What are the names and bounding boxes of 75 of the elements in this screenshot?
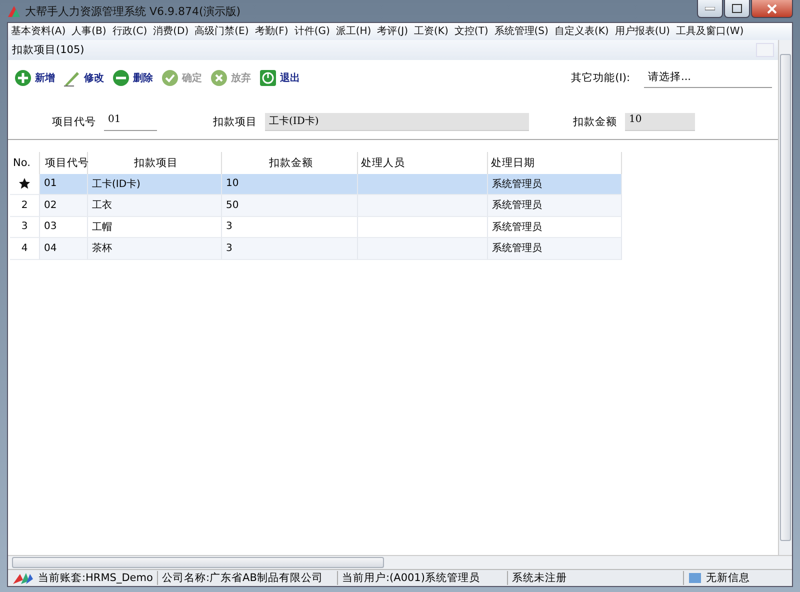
menu-item[interactable]: 计件(G) bbox=[291, 23, 333, 40]
menu-item[interactable]: 工具及窗口(W) bbox=[672, 23, 747, 40]
message-icon bbox=[688, 572, 702, 584]
table-cell: 3 bbox=[222, 238, 358, 260]
input-field[interactable]: 01 bbox=[104, 112, 157, 130]
table-cell: 02 bbox=[40, 195, 88, 216]
menu-item[interactable]: 考勤(F) bbox=[252, 23, 292, 40]
power-icon bbox=[259, 69, 277, 87]
table-cell: 03 bbox=[40, 216, 88, 238]
table-cell: 01 bbox=[40, 174, 88, 195]
row-number-cell: 4 bbox=[10, 238, 40, 260]
field-label: 项目代号 bbox=[52, 114, 96, 128]
row-number-cell: 2 bbox=[10, 195, 40, 216]
logo-icon bbox=[12, 571, 34, 585]
table-cell: 04 bbox=[40, 238, 88, 260]
window-title: 大帮手人力资源管理系统 V6.9.874(演示版) bbox=[25, 4, 242, 18]
menu-item[interactable]: 系统管理(S) bbox=[491, 23, 552, 40]
table-cell: 茶杯 bbox=[88, 238, 222, 260]
field-label: 其它功能(I): bbox=[571, 71, 630, 85]
toolbar-button[interactable]: 修改 bbox=[63, 69, 104, 87]
menu-item[interactable]: 自定义表(K) bbox=[551, 23, 612, 40]
x-circle-icon bbox=[210, 69, 228, 87]
table-cell: 工帽 bbox=[88, 216, 222, 238]
star-icon bbox=[19, 178, 30, 190]
table-cell: 50 bbox=[222, 195, 358, 216]
maximize-icon bbox=[732, 4, 742, 13]
toolbar-button[interactable]: 退出 bbox=[259, 69, 300, 87]
table-cell: 系统管理员 bbox=[488, 216, 622, 238]
table-row[interactable]: 01 工卡(ID卡) 10 系统管理员 bbox=[10, 174, 622, 195]
menu-item[interactable]: 工资(K) bbox=[410, 23, 452, 40]
menu-item[interactable]: 考评(J) bbox=[374, 23, 411, 40]
table-cell: 系统管理员 bbox=[488, 238, 622, 260]
menu-item[interactable]: 文控(T) bbox=[451, 23, 492, 40]
vertical-scrollbar[interactable] bbox=[778, 40, 792, 555]
menu-item[interactable]: 基本资料(A) bbox=[8, 23, 69, 40]
menu-item[interactable]: 高级门禁(E) bbox=[192, 23, 252, 40]
menu-item[interactable]: 消费(D) bbox=[150, 23, 192, 40]
menu-item[interactable]: 用户报表(U) bbox=[612, 23, 673, 40]
minimize-button[interactable] bbox=[697, 0, 723, 18]
field-label: 扣款项目 bbox=[213, 114, 257, 128]
table-cell: 3 bbox=[222, 216, 358, 238]
minimize-icon bbox=[705, 6, 715, 10]
status-text: 无新信息 bbox=[706, 571, 750, 585]
table-cell: 工衣 bbox=[88, 195, 222, 216]
page-title: 扣款项目(105) bbox=[12, 43, 84, 57]
minus-circle-icon bbox=[112, 69, 130, 87]
close-button[interactable] bbox=[751, 0, 793, 18]
horizontal-scrollbar[interactable] bbox=[8, 555, 792, 569]
function-select[interactable]: 请选择... bbox=[644, 68, 772, 88]
table-cell: 系统管理员 bbox=[488, 174, 622, 195]
close-icon bbox=[767, 4, 777, 14]
toolbar-button[interactable]: 删除 bbox=[112, 69, 153, 87]
status-text: 系统未注册 bbox=[512, 571, 567, 585]
input-field[interactable]: 工卡(ID卡) bbox=[265, 112, 529, 130]
app-logo-icon bbox=[7, 4, 21, 18]
field-label: 扣款金额 bbox=[573, 114, 617, 128]
table-cell: 系统管理员 bbox=[488, 195, 622, 216]
status-text: 当前账套:HRMS_Demo bbox=[38, 571, 153, 585]
menu-item[interactable]: 人事(B) bbox=[68, 23, 110, 40]
row-number-cell: 3 bbox=[10, 216, 40, 238]
table-cell: 工卡(ID卡) bbox=[88, 174, 222, 195]
table-cell: 10 bbox=[222, 174, 358, 195]
table-row[interactable]: 2 02 工衣 50 系统管理员 bbox=[10, 195, 622, 216]
plus-circle-icon bbox=[14, 69, 32, 87]
toolbar-button[interactable]: 新增 bbox=[14, 69, 55, 87]
maximize-button[interactable] bbox=[724, 0, 750, 18]
menu-item[interactable]: 派工(H) bbox=[332, 23, 374, 40]
table-row[interactable]: 4 04 茶杯 3 系统管理员 bbox=[10, 238, 622, 260]
status-text: 公司名称:广东省AB制品有限公司 bbox=[162, 571, 323, 585]
check-circle-icon bbox=[161, 69, 179, 87]
pen-icon bbox=[63, 69, 81, 87]
menu-item[interactable]: 行政(C) bbox=[109, 23, 150, 40]
status-text: 当前用户:(A001)系统管理员 bbox=[342, 571, 480, 585]
table-row[interactable]: 3 03 工帽 3 系统管理员 bbox=[10, 216, 622, 238]
input-field[interactable]: 10 bbox=[625, 112, 695, 130]
